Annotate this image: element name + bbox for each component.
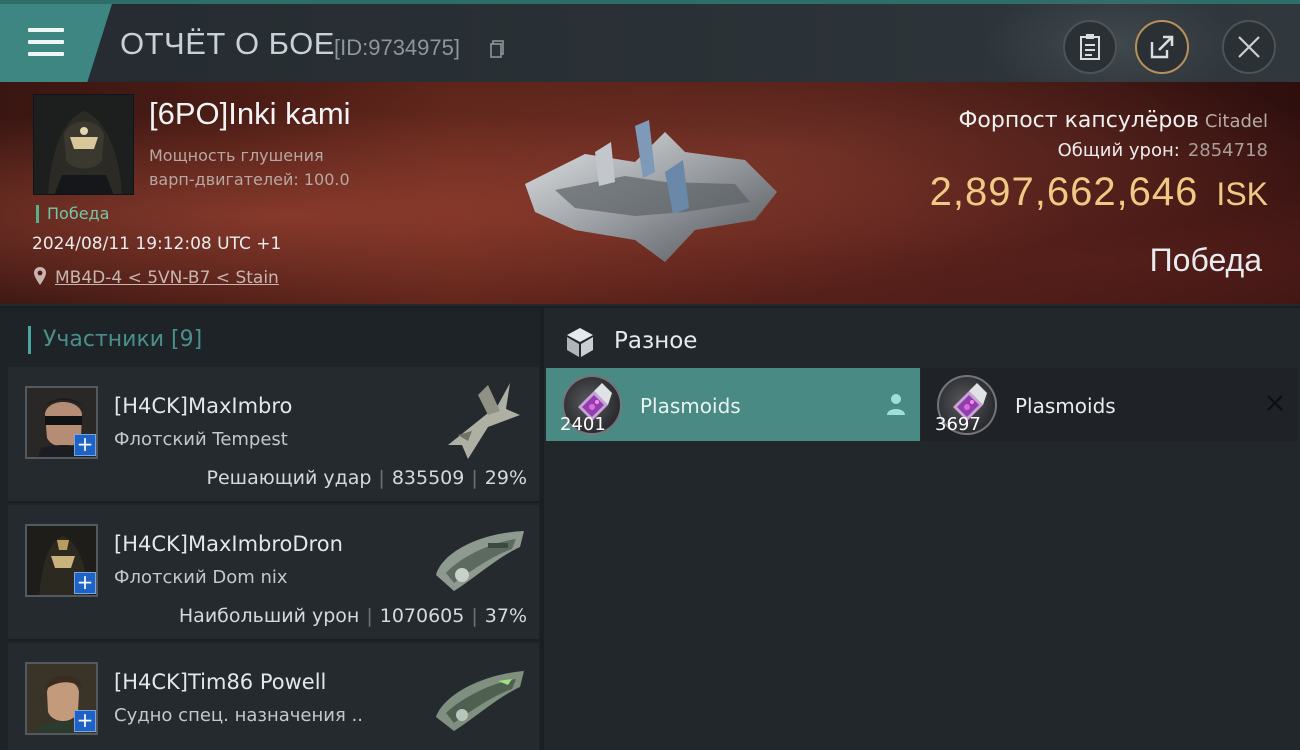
total-damage-value: 2854718 — [1187, 140, 1268, 161]
item-name: Plasmoids — [640, 394, 741, 418]
add-contact-button[interactable]: + — [74, 710, 96, 732]
victim-avatar[interactable] — [33, 94, 134, 195]
participant-ship: Судно спец. назначения .. — [114, 705, 363, 726]
participant-ship: Флотский Dom nix — [114, 567, 288, 588]
participant-row[interactable]: + [H4CK]MaxImbro Флотский Tempest Решающ… — [8, 367, 539, 503]
attribute-line-2: варп-двигателей: 100.0 — [149, 170, 350, 189]
target-class: Citadel — [1204, 111, 1268, 132]
participant-name[interactable]: [H4CK]Tim86 Powell — [114, 670, 326, 694]
menu-button[interactable] — [0, 4, 112, 82]
citadel-structure-image — [525, 120, 777, 262]
close-icon — [1238, 36, 1260, 58]
participants-panel[interactable]: Участники [9] + [H4CK]MaxImbro Флотский … — [0, 308, 540, 750]
target-line: Форпост капсулёров Citadel — [958, 108, 1268, 133]
ship-image — [436, 531, 524, 591]
participant-stats: Наибольший урон | 1070605 | 37% — [178, 605, 527, 627]
location-link[interactable]: MB4D-4 < 5VN-B7 < Stain — [55, 268, 279, 288]
item-name: Plasmoids — [1015, 394, 1116, 418]
victim-attribute: Мощность глушения варп-двигателей: 100.0 — [149, 144, 409, 192]
loot-item-destroyed[interactable]: 3697 Plasmoids — [921, 368, 1298, 441]
participant-row[interactable]: + [H4CK]Tim86 Powell Судно спец. назначе… — [8, 643, 539, 750]
participant-ship: Флотский Tempest — [114, 429, 288, 450]
participant-stats: Решающий удар | 835509 | 29% — [206, 467, 527, 489]
target-name: Форпост капсулёров — [958, 108, 1199, 133]
share-icon — [1150, 35, 1174, 59]
page-title: ОТЧЁТ О БОЕ — [120, 26, 335, 61]
menu-icon — [28, 28, 64, 56]
kill-result: Победа — [1149, 242, 1262, 278]
isk-amount: 2,897,662,646 — [929, 170, 1199, 214]
attribute-line-1: Мощность глушения — [149, 146, 324, 165]
item-quantity: 2401 — [560, 414, 606, 435]
participant-name[interactable]: [H4CK]MaxImbro — [114, 394, 292, 418]
misc-panel: Разное 2401 Plasmoids 3697 Plasmoids — [544, 308, 1300, 750]
location-pin-icon — [34, 267, 46, 285]
killmail-summary: [6PO]Inki kami Мощность глушения варп-дв… — [0, 82, 1300, 306]
loot-item-dropped[interactable]: 2401 Plasmoids — [546, 368, 920, 441]
copy-icon[interactable] — [490, 40, 504, 58]
clipboard-icon — [1080, 34, 1100, 60]
close-button[interactable] — [1222, 20, 1276, 74]
participants-header: Участники [9] — [28, 326, 202, 354]
add-contact-button[interactable]: + — [74, 434, 96, 456]
isk-value: 2,897,662,646 ISK — [930, 170, 1268, 215]
misc-title: Разное — [614, 328, 698, 354]
isk-currency: ISK — [1216, 176, 1268, 212]
pilot-portrait — [34, 95, 133, 194]
item-quantity: 3697 — [935, 414, 981, 435]
cube-icon — [567, 328, 593, 357]
total-damage-label: Общий урон: — [1057, 140, 1180, 161]
report-id: [ID:9734975] — [334, 35, 460, 60]
destroyed-x-icon — [1267, 395, 1283, 411]
share-button[interactable] — [1135, 20, 1189, 74]
result-tag: Победа — [36, 205, 109, 223]
participant-damage: 835509 — [391, 467, 465, 489]
participant-damage: 1070605 — [379, 605, 465, 627]
ship-image — [448, 383, 520, 459]
participant-role: Решающий удар — [206, 467, 372, 489]
participant-role: Наибольший урон — [178, 605, 360, 627]
participant-name[interactable]: [H4CK]MaxImbroDron — [114, 532, 343, 556]
total-damage: Общий урон: 2854718 — [1058, 140, 1268, 161]
participant-row[interactable]: + [H4CK]MaxImbroDron Флотский Dom nix На… — [8, 505, 539, 641]
victim-name[interactable]: [6PO]Inki kami — [149, 96, 351, 132]
participant-percent: 37% — [484, 605, 527, 627]
ship-image — [436, 671, 524, 731]
clipboard-button[interactable] — [1063, 20, 1117, 74]
kill-datetime: 2024/08/11 19:12:08 UTC +1 — [32, 234, 282, 254]
top-bar: ОТЧЁТ О БОЕ [ID:9734975] — [0, 0, 1300, 104]
participant-percent: 29% — [484, 467, 527, 489]
person-icon — [887, 394, 905, 415]
add-contact-button[interactable]: + — [74, 572, 96, 594]
